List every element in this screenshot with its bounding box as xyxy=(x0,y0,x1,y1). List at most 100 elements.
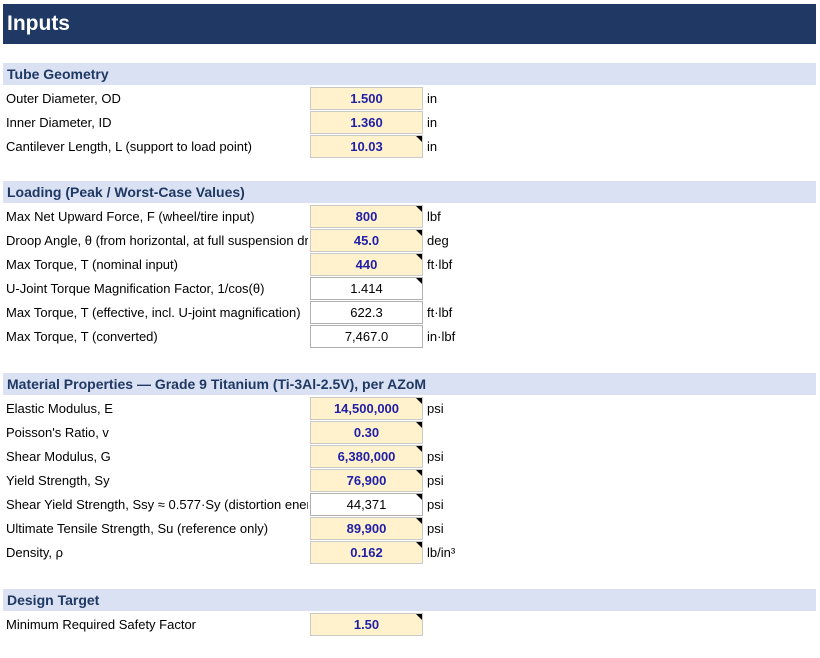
table-row: Max Torque, T (effective, incl. U-joint … xyxy=(0,301,820,325)
unit-label: psi xyxy=(427,521,444,536)
unit-label: lb/in³ xyxy=(427,545,456,560)
row-label: Poisson's Ratio, v xyxy=(6,425,109,440)
input-cell[interactable]: 6,380,000 xyxy=(310,445,423,468)
row-label: U-Joint Torque Magnification Factor, 1/c… xyxy=(6,281,265,296)
input-cell[interactable]: 0.162 xyxy=(310,541,423,564)
cell-value: 622.3 xyxy=(350,305,383,320)
row-label: Shear Yield Strength, Ssy ≈ 0.577·Sy (di… xyxy=(6,497,308,512)
comment-indicator-icon[interactable] xyxy=(416,136,422,142)
row-label: Shear Modulus, G xyxy=(6,449,111,464)
comment-indicator-icon[interactable] xyxy=(416,398,422,404)
unit-label: lbf xyxy=(427,209,441,224)
row-label: Yield Strength, Sy xyxy=(6,473,110,488)
row-label: Max Torque, T (converted) xyxy=(6,329,158,344)
calculated-cell[interactable]: 44,371 xyxy=(310,493,423,516)
unit-label: ft·lbf xyxy=(427,305,453,320)
cell-value: 7,467.0 xyxy=(344,329,389,344)
row-label: Inner Diameter, ID xyxy=(6,115,112,130)
comment-indicator-icon[interactable] xyxy=(416,542,422,548)
row-label: Minimum Required Safety Factor xyxy=(6,617,197,632)
row-label: Max Net Upward Force, F (wheel/tire inpu… xyxy=(6,209,255,224)
input-cell[interactable]: 1.500 xyxy=(310,87,423,110)
input-cell[interactable]: 89,900 xyxy=(310,517,423,540)
comment-indicator-icon[interactable] xyxy=(416,206,422,212)
cell-value: 89,900 xyxy=(346,521,387,536)
cell-value: 10.03 xyxy=(350,139,383,154)
section-header: Tube Geometry xyxy=(3,63,816,85)
cell-value: 0.30 xyxy=(353,425,380,440)
unit-label: psi xyxy=(427,497,444,512)
section-header: Material Properties — Grade 9 Titanium (… xyxy=(3,373,816,395)
cell-value: 44,371 xyxy=(346,497,387,512)
section-header: Design Target xyxy=(3,589,816,611)
comment-indicator-icon[interactable] xyxy=(416,230,422,236)
table-row: Density, ρ 0.162 lb/in³ xyxy=(0,541,820,565)
input-cell[interactable]: 0.30 xyxy=(310,421,423,444)
cell-value: 14,500,000 xyxy=(333,401,400,416)
comment-indicator-icon[interactable] xyxy=(416,422,422,428)
input-cell[interactable]: 800 xyxy=(310,205,423,228)
input-cell[interactable]: 10.03 xyxy=(310,135,423,158)
row-label: Density, ρ xyxy=(6,545,64,560)
unit-label: psi xyxy=(427,401,444,416)
table-row: Shear Yield Strength, Ssy ≈ 0.577·Sy (di… xyxy=(0,493,820,517)
unit-label: psi xyxy=(427,473,444,488)
row-label: Cantilever Length, L (support to load po… xyxy=(6,139,252,154)
cell-value: 6,380,000 xyxy=(337,449,396,464)
row-label: Ultimate Tensile Strength, Su (reference… xyxy=(6,521,269,536)
table-row: Outer Diameter, OD 1.500 in xyxy=(0,87,820,111)
cell-value: 1.414 xyxy=(350,281,383,296)
input-cell[interactable]: 440 xyxy=(310,253,423,276)
row-label: Max Torque, T (effective, incl. U-joint … xyxy=(6,305,301,320)
table-row: U-Joint Torque Magnification Factor, 1/c… xyxy=(0,277,820,301)
table-row: Cantilever Length, L (support to load po… xyxy=(0,135,820,159)
table-row: Ultimate Tensile Strength, Su (reference… xyxy=(0,517,820,541)
comment-indicator-icon[interactable] xyxy=(416,614,422,620)
unit-label: deg xyxy=(427,233,449,248)
table-row: Shear Modulus, G 6,380,000 psi xyxy=(0,445,820,469)
table-row: Max Torque, T (converted) 7,467.0 in·lbf xyxy=(0,325,820,349)
table-row: Inner Diameter, ID 1.360 in xyxy=(0,111,820,135)
cell-value: 1.500 xyxy=(350,91,383,106)
calculated-cell[interactable]: 1.414 xyxy=(310,277,423,300)
cell-value: 1.360 xyxy=(350,115,383,130)
unit-label: in xyxy=(427,139,438,154)
row-label: Elastic Modulus, E xyxy=(6,401,113,416)
input-cell[interactable]: 1.50 xyxy=(310,613,423,636)
section-header: Loading (Peak / Worst-Case Values) xyxy=(3,181,816,203)
unit-label: ft·lbf xyxy=(427,257,453,272)
comment-indicator-icon[interactable] xyxy=(416,518,422,524)
table-row: Yield Strength, Sy 76,900 psi xyxy=(0,469,820,493)
unit-label: psi xyxy=(427,449,444,464)
input-cell[interactable]: 1.360 xyxy=(310,111,423,134)
comment-indicator-icon[interactable] xyxy=(416,254,422,260)
table-row: Max Torque, T (nominal input) 440 ft·lbf xyxy=(0,253,820,277)
comment-indicator-icon[interactable] xyxy=(416,446,422,452)
unit-label: in xyxy=(427,91,438,106)
comment-indicator-icon[interactable] xyxy=(416,494,422,500)
row-label: Max Torque, T (nominal input) xyxy=(6,257,178,272)
cell-value: 440 xyxy=(355,257,378,272)
cell-value: 0.162 xyxy=(350,545,383,560)
cell-value: 1.50 xyxy=(353,617,380,632)
cell-value: 45.0 xyxy=(353,233,380,248)
unit-label: in xyxy=(427,115,438,130)
input-cell[interactable]: 14,500,000 xyxy=(310,397,423,420)
input-cell[interactable]: 76,900 xyxy=(310,469,423,492)
table-row: Droop Angle, θ (from horizontal, at full… xyxy=(0,229,820,253)
input-cell[interactable]: 45.0 xyxy=(310,229,423,252)
row-label: Droop Angle, θ (from horizontal, at full… xyxy=(6,233,308,248)
table-row: Elastic Modulus, E 14,500,000 psi xyxy=(0,397,820,421)
comment-indicator-icon[interactable] xyxy=(416,470,422,476)
calculated-cell[interactable]: 622.3 xyxy=(310,301,423,324)
cell-value: 76,900 xyxy=(346,473,387,488)
table-row: Poisson's Ratio, v 0.30 xyxy=(0,421,820,445)
unit-label: in·lbf xyxy=(427,329,456,344)
comment-indicator-icon[interactable] xyxy=(416,278,422,284)
sheet-title: Inputs xyxy=(3,4,816,44)
cell-value: 800 xyxy=(355,209,378,224)
table-row: Minimum Required Safety Factor 1.50 xyxy=(0,613,820,637)
calculated-cell[interactable]: 7,467.0 xyxy=(310,325,423,348)
row-label: Outer Diameter, OD xyxy=(6,91,121,106)
table-row: Max Net Upward Force, F (wheel/tire inpu… xyxy=(0,205,820,229)
